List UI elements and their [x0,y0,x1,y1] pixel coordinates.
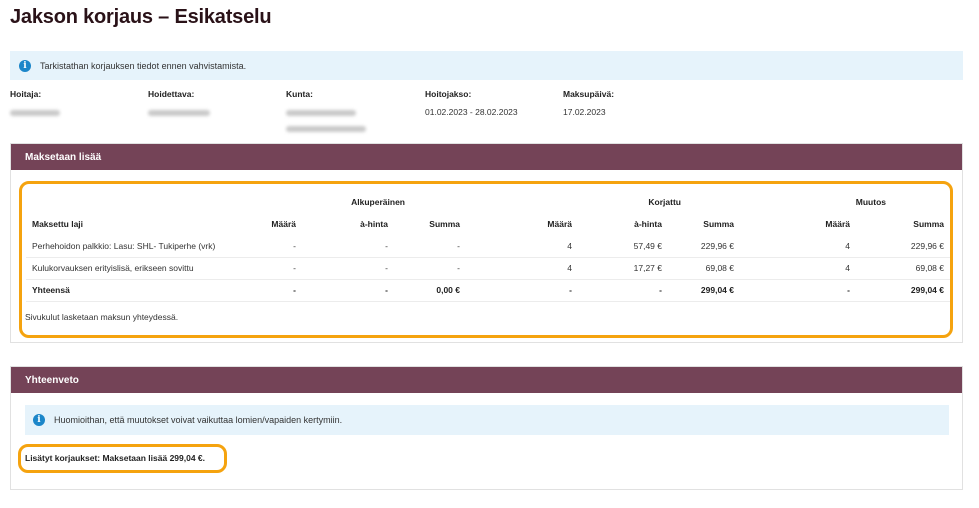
cell-type: Perhehoidon palkkio: Lasu: SHL- Tukiperh… [26,235,234,258]
corrections-table: Alkuperäinen Korjattu Muutos Maksettu la… [26,191,950,302]
col-header-qty: Määrä [547,219,572,229]
cell-original-sum: - [394,257,466,280]
cell-original-unit: - [302,257,394,280]
summary-info-banner: i Huomioithan, että muutokset voivat vai… [25,405,949,435]
cell-corrected-unit: 57,49 € [578,235,668,258]
meta-value: 17.02.2023 [563,107,606,117]
info-icon: i [19,59,31,72]
cell-type: Kulukorvauksen erityislisä, erikseen sov… [26,257,234,280]
meta-maksupaiva: Maksupäivä: 17.02.2023 [563,89,614,117]
meta-label: Kunta: [286,89,313,99]
summary-text: Lisätyt korjaukset: Maksetaan lisää 299,… [25,453,206,463]
meta-value: 01.02.2023 - 28.02.2023 [425,107,518,117]
cell-original-qty: - [234,235,302,258]
cell-change-qty: 4 [740,235,856,258]
cell-original-unit: - [302,235,394,258]
info-text: Huomioithan, että muutokset voivat vaiku… [54,415,343,425]
meta-label: Hoidettava: [148,89,195,99]
info-text: Tarkistathan korjauksen tiedot ennen vah… [40,60,247,71]
cell-corrected-unit: 17,27 € [578,257,668,280]
cell-corrected-qty: 4 [466,257,578,280]
info-icon: i [33,414,45,426]
cell-original-qty: - [234,279,302,302]
col-header-type: Maksettu laji [32,219,84,229]
table-total-row: Yhteensä - - 0,00 € - - 299,04 € - 299,0… [26,279,950,302]
meta-value-blurred [148,107,210,117]
cell-corrected-sum: 229,96 € [668,235,740,258]
cell-corrected-sum: 69,08 € [668,257,740,280]
meta-value-blurred [286,123,366,133]
page-title: Jakson korjaus – Esikatselu [10,6,272,28]
table-row: Perhehoidon palkkio: Lasu: SHL- Tukiperh… [26,235,950,258]
col-header-sum: Summa [913,219,944,229]
col-header-unit: à-hinta [634,219,662,229]
preview-info-banner: i Tarkistathan korjauksen tiedot ennen v… [10,51,963,80]
section-header: Maksetaan lisää [11,144,962,170]
cell-original-qty: - [234,257,302,280]
col-header-qty: Määrä [271,219,296,229]
cell-original-sum: - [394,235,466,258]
col-header-sum: Summa [429,219,460,229]
meta-value-blurred [10,107,60,117]
meta-kunta: Kunta: [286,89,366,133]
meta-value-blurred [286,107,366,117]
group-original: Alkuperäinen [351,197,405,207]
group-corrected: Korjattu [648,197,681,207]
cell-change-qty: - [740,279,856,302]
table-footnote: Sivukulut lasketaan maksun yhteydessä. [25,312,179,322]
col-header-sum: Summa [703,219,734,229]
cell-total-label: Yhteensä [26,279,234,302]
cell-corrected-qty: 4 [466,235,578,258]
table-row: Kulukorvauksen erityislisä, erikseen sov… [26,257,950,280]
meta-hoitaja: Hoitaja: [10,89,60,117]
col-header-qty: Määrä [825,219,850,229]
cell-original-sum: 0,00 € [394,279,466,302]
meta-label: Maksupäivä: [563,89,615,99]
cell-change-qty: 4 [740,257,856,280]
cell-change-sum: 299,04 € [856,279,950,302]
meta-hoitojakso: Hoitojakso: 01.02.2023 - 28.02.2023 [425,89,518,117]
cell-corrected-qty: - [466,279,578,302]
col-header-unit: à-hinta [360,219,388,229]
cell-change-sum: 69,08 € [856,257,950,280]
section-header: Yhteenveto [11,367,962,393]
cell-corrected-unit: - [578,279,668,302]
meta-hoidettava: Hoidettava: [148,89,210,117]
cell-corrected-sum: 299,04 € [668,279,740,302]
meta-label: Hoitaja: [10,89,42,99]
cell-original-unit: - [302,279,394,302]
cell-change-sum: 229,96 € [856,235,950,258]
meta-label: Hoitojakso: [425,89,472,99]
group-change: Muutos [855,197,886,207]
